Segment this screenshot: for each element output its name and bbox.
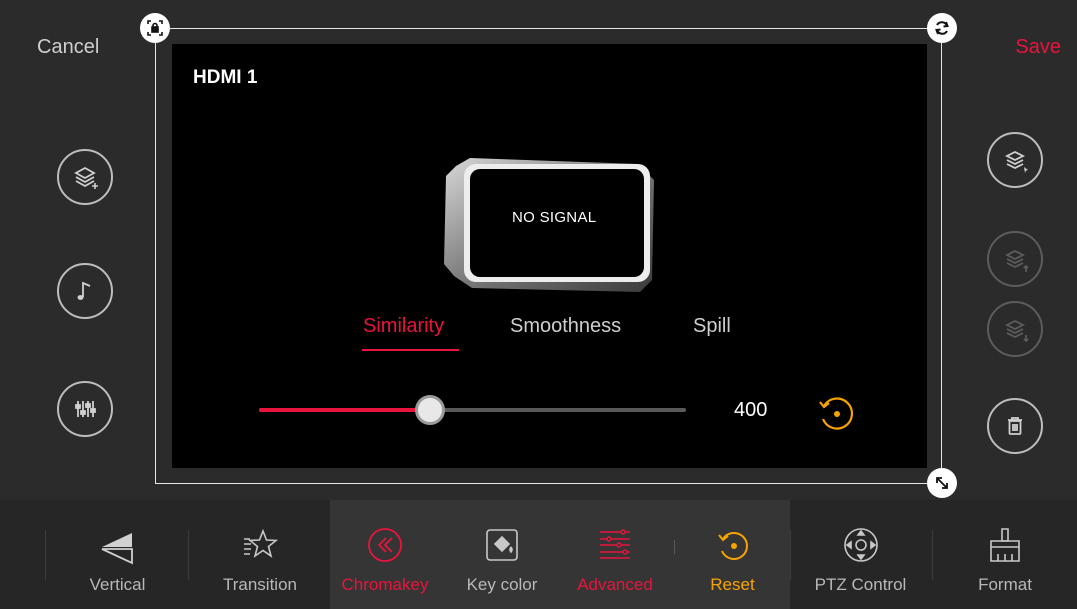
select-layer-button[interactable] <box>987 132 1043 188</box>
rotate-button[interactable] <box>927 13 957 43</box>
trash-icon <box>1008 417 1022 435</box>
similarity-slider-fill <box>259 408 430 412</box>
key-color-label: Key color <box>466 575 538 594</box>
select-layer-icon <box>1004 150 1028 173</box>
similarity-value: 400 <box>734 399 768 421</box>
toolbar-divider <box>790 530 791 580</box>
advanced-label: Advanced <box>577 575 653 594</box>
audio-mixer-icon <box>75 401 96 417</box>
layer-down-button[interactable] <box>987 301 1043 357</box>
source-name: HDMI 1 <box>193 67 258 88</box>
reset-button[interactable]: Reset <box>685 500 780 609</box>
audio-mixer-button[interactable] <box>57 381 113 437</box>
advanced-sliders-icon <box>600 529 630 559</box>
chromakey-button[interactable]: Chromakey <box>337 500 433 609</box>
format-button[interactable]: Format <box>960 500 1050 609</box>
toolbar-divider <box>932 530 933 580</box>
ptz-control-label: PTZ Control <box>814 575 907 594</box>
music-button[interactable] <box>57 263 113 319</box>
ptz-joystick-icon <box>843 528 878 562</box>
format-label: Format <box>978 575 1032 594</box>
transition-button[interactable]: Transition <box>210 500 310 609</box>
key-color-button[interactable]: Key color <box>452 500 552 609</box>
lock-aspect-button[interactable] <box>140 13 170 43</box>
advanced-button[interactable]: Advanced <box>565 500 665 609</box>
video-preview: HDMI 1 NO SIGNAL Similarity Smoothness S… <box>172 44 927 468</box>
similarity-slider-handle[interactable] <box>415 395 445 425</box>
music-note-icon <box>77 281 91 300</box>
delete-layer-button[interactable] <box>987 398 1043 454</box>
vertical-button[interactable]: Vertical <box>70 500 165 609</box>
reset-value-icon[interactable] <box>813 390 859 436</box>
transition-label: Transition <box>222 575 297 594</box>
no-signal-text: NO SIGNAL <box>512 209 597 226</box>
toolbar-divider <box>45 530 46 580</box>
resize-button[interactable] <box>927 468 957 498</box>
reset-label: Reset <box>710 575 755 594</box>
chromakey-collapse-icon <box>368 528 402 562</box>
add-layer-icon <box>74 166 98 189</box>
ptz-control-button[interactable]: PTZ Control <box>803 500 918 609</box>
lock-icon <box>147 20 163 36</box>
chromakey-label: Chromakey <box>341 575 429 594</box>
active-tab-indicator <box>362 349 459 351</box>
reset-icon <box>717 532 748 560</box>
format-brush-icon <box>990 528 1020 562</box>
layer-down-icon <box>1004 319 1029 343</box>
transition-star-icon <box>244 528 279 558</box>
vertical-label: Vertical <box>89 575 146 594</box>
tab-similarity[interactable]: Similarity <box>363 315 444 338</box>
toolbar-divider <box>674 540 675 554</box>
layer-up-icon <box>1004 249 1029 272</box>
layer-up-button[interactable] <box>987 231 1043 287</box>
paint-bucket-icon <box>486 529 518 561</box>
tab-spill[interactable]: Spill <box>693 315 731 338</box>
save-button[interactable]: Save <box>1015 36 1061 59</box>
bottom-toolbar: Vertical Transition Chromakey Key color <box>0 500 1077 609</box>
add-layer-button[interactable] <box>57 149 113 205</box>
toolbar-divider <box>188 530 189 580</box>
flip-vertical-icon <box>101 533 133 565</box>
tab-smoothness[interactable]: Smoothness <box>510 315 621 338</box>
cancel-button[interactable]: Cancel <box>37 36 99 59</box>
rotate-icon <box>935 21 949 35</box>
resize-icon <box>936 477 948 489</box>
